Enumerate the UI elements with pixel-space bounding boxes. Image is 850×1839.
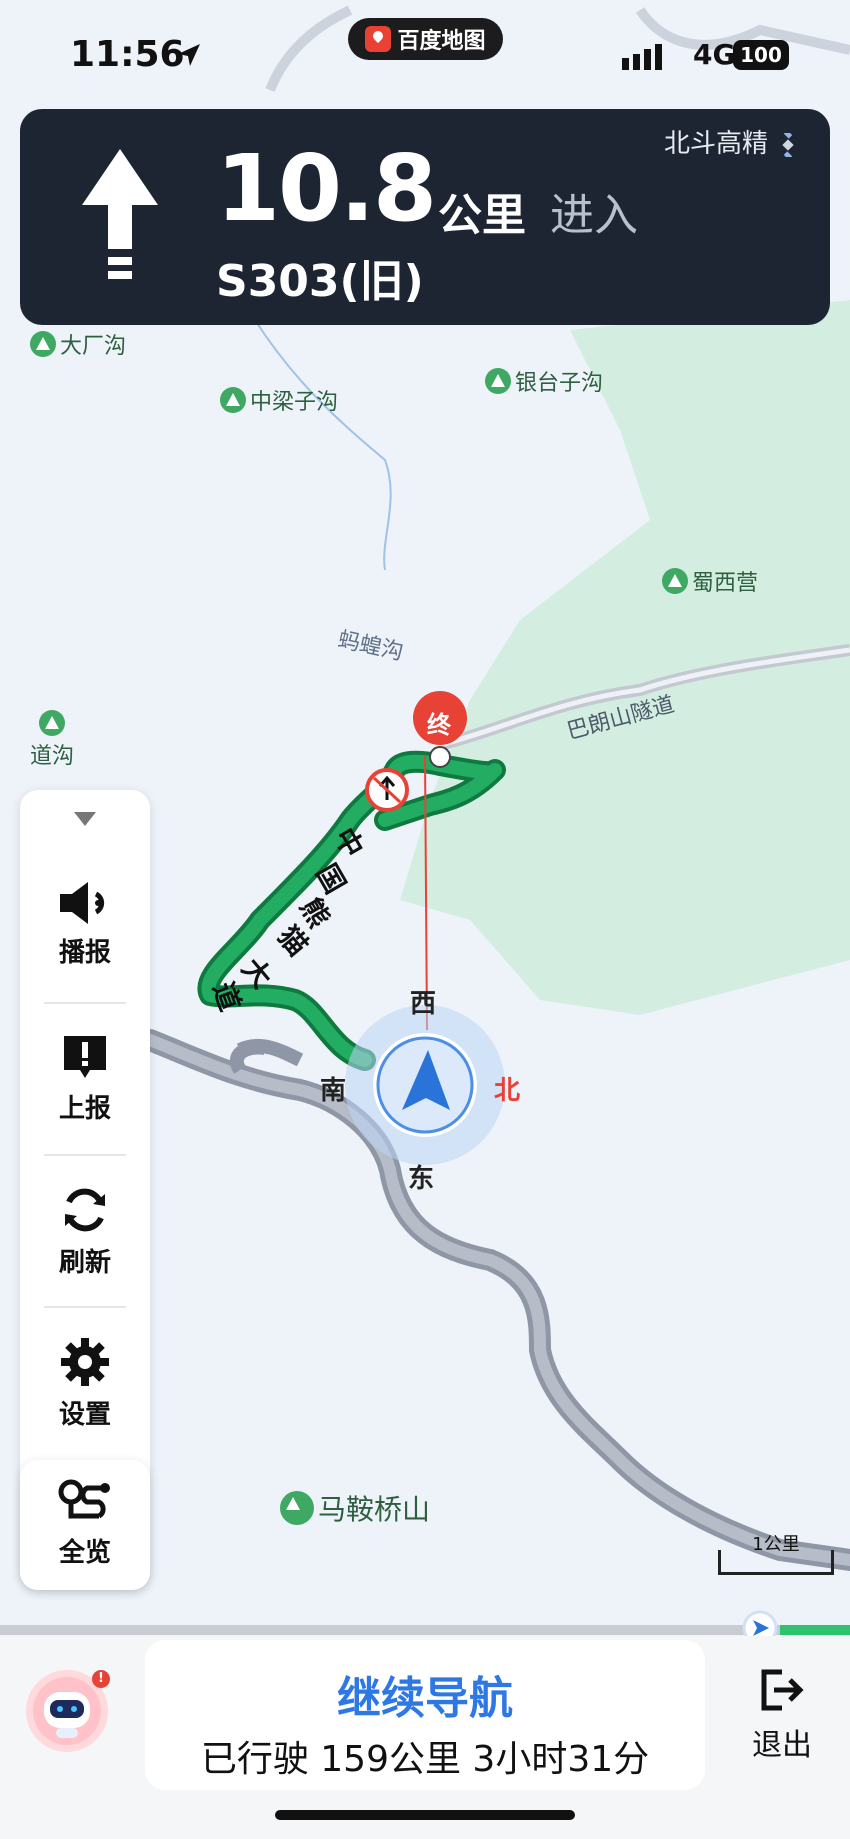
report-icon xyxy=(64,1036,106,1078)
mountain-pin-icon xyxy=(39,710,65,736)
overview-label: 全览 xyxy=(58,1538,111,1568)
compass-west: 西 xyxy=(410,989,437,1019)
panel-divider xyxy=(44,1002,126,1004)
poi-label: 道沟 xyxy=(30,744,75,769)
guidance-action: 进入 xyxy=(550,190,638,241)
home-indicator[interactable] xyxy=(275,1810,575,1820)
report-label: 上报 xyxy=(58,1094,111,1124)
exit-icon xyxy=(761,1669,804,1711)
compass-east: 东 xyxy=(408,1164,435,1194)
collapse-chevron-icon[interactable] xyxy=(74,812,96,826)
panel-divider xyxy=(44,1306,126,1308)
broadcast-label: 播报 xyxy=(58,938,111,968)
route-overview-icon xyxy=(58,1479,110,1519)
scale-label: 1公里 xyxy=(752,1534,800,1555)
gps-label-text: 北斗高精 xyxy=(664,129,769,159)
continue-navigation-label: 继续导航 xyxy=(337,1673,513,1724)
mountain-pin-icon xyxy=(280,1491,314,1525)
battery-level: 100 xyxy=(740,43,782,67)
gear-icon xyxy=(61,1338,109,1386)
poi-daogou[interactable]: 道沟 xyxy=(30,710,74,770)
panel-divider xyxy=(44,1154,126,1156)
poi-yintaizigou[interactable]: 银台子沟 xyxy=(485,365,603,397)
exit-label: 退出 xyxy=(752,1728,812,1763)
signal-icon xyxy=(622,44,662,70)
compass-north: 北 xyxy=(494,1076,521,1106)
status-bar: 11:56 百度地图 4G 100 xyxy=(0,0,850,110)
poi-label: 大厂沟 xyxy=(60,334,127,359)
location-arrow-icon xyxy=(178,44,200,66)
poi-shuxiying[interactable]: 蜀西营 xyxy=(662,565,758,597)
network-type: 4G xyxy=(693,38,736,71)
exit-button[interactable]: 退出 xyxy=(742,1668,822,1764)
notification-badge: ! xyxy=(92,1670,110,1688)
overview-button[interactable]: 全览 xyxy=(20,1478,150,1569)
guidance-road: S303(旧) xyxy=(216,256,424,307)
speaker-icon xyxy=(60,882,105,924)
continue-navigation-button[interactable]: 继续导航 已行驶 159公里 3小时31分 xyxy=(145,1640,705,1790)
route-progress-remaining xyxy=(780,1625,850,1635)
app-pill-label: 百度地图 xyxy=(397,29,486,54)
mountain-pin-icon xyxy=(662,568,688,594)
status-time: 11:56 xyxy=(70,34,185,75)
overview-panel: 全览 xyxy=(20,1460,150,1590)
satellite-icon xyxy=(776,129,800,160)
destination-label: 终 xyxy=(427,711,451,739)
poi-maanqiaoshan[interactable]: 马鞍桥山 xyxy=(280,1488,430,1528)
baidu-map-logo-icon xyxy=(365,26,392,52)
route-progress-track xyxy=(0,1625,850,1635)
compass-south: 南 xyxy=(320,1076,347,1106)
settings-button[interactable]: 设置 xyxy=(20,1336,150,1431)
broadcast-button[interactable]: 播报 xyxy=(20,880,150,969)
battery-icon: 100 xyxy=(733,40,789,70)
poi-label: 中梁子沟 xyxy=(250,390,339,415)
app-pill[interactable]: 百度地图 xyxy=(348,18,503,60)
poi-label: 马鞍桥山 xyxy=(318,1493,431,1526)
straight-arrow-icon xyxy=(82,149,158,279)
refresh-label: 刷新 xyxy=(58,1248,111,1278)
mountain-pin-icon xyxy=(30,331,56,357)
mountain-pin-icon xyxy=(220,387,246,413)
guidance-distance: 10.8 xyxy=(216,135,437,242)
poi-label: 蜀西营 xyxy=(692,571,759,596)
guidance-card[interactable]: 10.8 公里 进入 S303(旧) 北斗高精 xyxy=(20,109,830,325)
trip-summary: 已行驶 159公里 3小时31分 xyxy=(200,1739,650,1780)
gps-label: 北斗高精 xyxy=(664,123,800,160)
poi-dachanggou[interactable]: 大厂沟 xyxy=(30,328,126,360)
mountain-pin-icon xyxy=(485,368,511,394)
poi-label: 银台子沟 xyxy=(515,371,604,396)
settings-label: 设置 xyxy=(58,1400,111,1430)
guidance-unit: 公里 xyxy=(438,190,526,241)
report-button[interactable]: 上报 xyxy=(20,1032,150,1125)
refresh-button[interactable]: 刷新 xyxy=(20,1184,150,1279)
poi-zhongliangzigou[interactable]: 中梁子沟 xyxy=(220,384,338,416)
refresh-icon xyxy=(65,1188,105,1232)
map-scale: 1公里 xyxy=(718,1536,834,1575)
